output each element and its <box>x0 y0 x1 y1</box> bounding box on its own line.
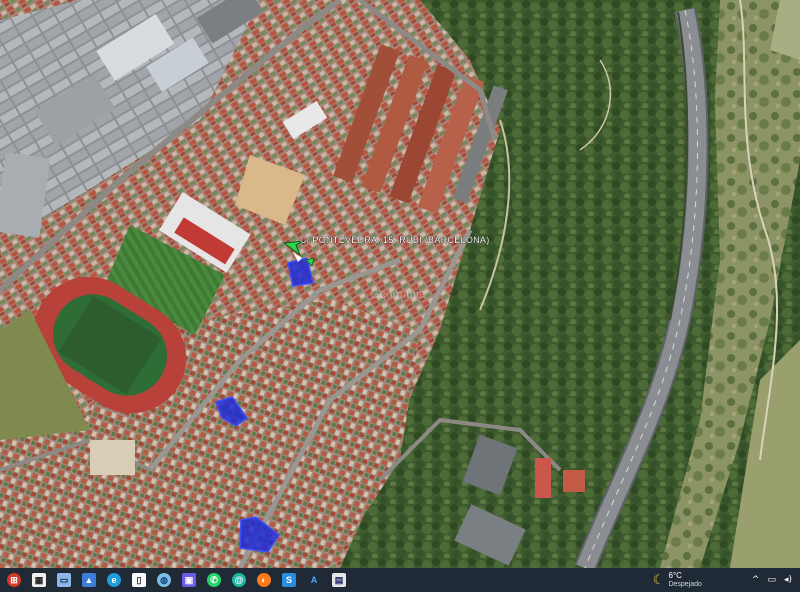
a-app[interactable]: A <box>303 569 325 591</box>
swirl-icon: @ <box>232 573 246 587</box>
volume-icon[interactable]: ◂) <box>784 575 792 585</box>
globe-icon: ◍ <box>157 573 171 587</box>
photos-icon: ▲ <box>82 573 96 587</box>
s-letter-icon: S <box>282 573 296 587</box>
photos-app[interactable]: ▲ <box>78 569 100 591</box>
firefox-app[interactable]: ◐ <box>253 569 275 591</box>
whatsapp-icon: ✆ <box>207 573 221 587</box>
calendar-icon: ▦ <box>32 573 46 587</box>
desktop-app[interactable]: ▭ <box>53 569 75 591</box>
watermark: Geomania <box>370 287 426 301</box>
whatsapp-app[interactable]: ✆ <box>203 569 225 591</box>
window-icon: ▤ <box>332 573 346 587</box>
teal-app[interactable]: @ <box>228 569 250 591</box>
firefox-icon: ◐ <box>257 573 271 587</box>
satellite-map[interactable]: C/ PONTEVEDRA, 15, RUBI (BARCELONA) Geom… <box>0 0 800 568</box>
edge-icon: e <box>107 573 121 587</box>
document-icon: ▯ <box>132 573 146 587</box>
s-app[interactable]: S <box>278 569 300 591</box>
save-app[interactable]: ▣ <box>178 569 200 591</box>
windows-logo-icon: ⊞ <box>7 573 21 587</box>
weather-temperature: 6°C <box>668 571 682 580</box>
monitor-icon: ▭ <box>57 573 71 587</box>
edge-browser[interactable]: e <box>103 569 125 591</box>
google-earth-app[interactable]: ◍ <box>153 569 175 591</box>
floppy-icon: ▣ <box>182 573 196 587</box>
system-tray: ☾ 6°C Despejado ^ ▭ ◂) <box>653 568 800 592</box>
chevron-up-icon[interactable]: ^ <box>752 575 760 585</box>
placemark-label: C/ PONTEVEDRA, 15, RUBI (BARCELONA) <box>300 235 490 245</box>
weather-widget[interactable]: ☾ 6°C Despejado <box>653 571 702 589</box>
taskbar: ⊞ ▦ ▭ ▲ e ▯ ◍ ▣ ✆ @ ◐ S A ▤ ☾ 6°C Despej… <box>0 568 800 592</box>
start-button[interactable]: ⊞ <box>3 569 25 591</box>
moon-icon: ☾ <box>652 572 665 588</box>
calendar-app[interactable]: ▦ <box>28 569 50 591</box>
a-letter-icon: A <box>307 573 321 587</box>
file-app[interactable]: ▯ <box>128 569 150 591</box>
network-icon[interactable]: ▭ <box>767 575 776 585</box>
weather-condition: Despejado <box>668 581 702 588</box>
window-app[interactable]: ▤ <box>328 569 350 591</box>
